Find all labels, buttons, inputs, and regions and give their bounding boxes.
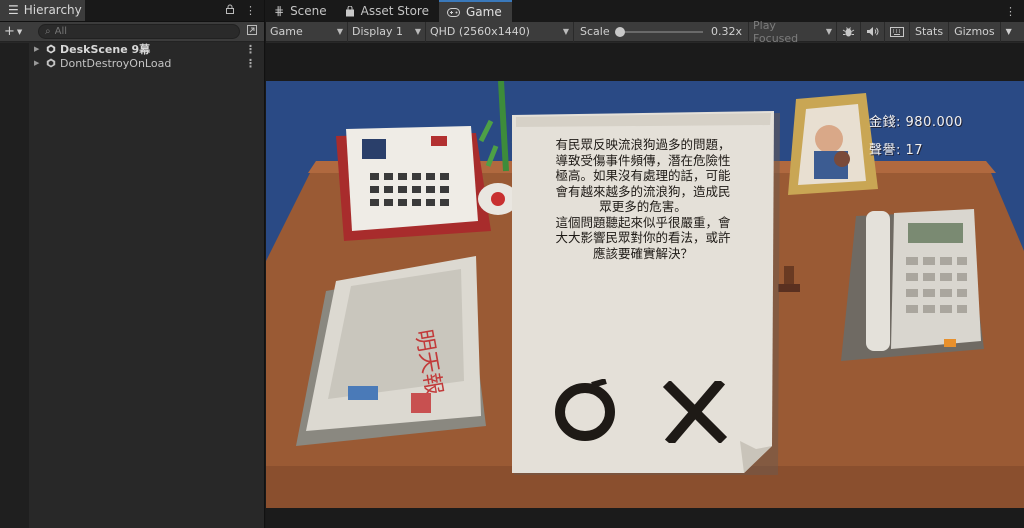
scale-control: Scale 0.32x xyxy=(574,21,749,42)
play-mode-dropdown[interactable]: Play Focused ▼ xyxy=(749,18,837,45)
unity-scene-icon xyxy=(46,58,56,68)
game-view-area: 明天報 金錢: 980.000 聲譽: 17 有民眾反映流浪狗過多的問題，導致受… xyxy=(266,43,1024,528)
item-menu-icon[interactable]: ⋮ xyxy=(245,43,256,56)
dropdown-arrow-icon: ▼ xyxy=(336,27,343,36)
hierarchy-item-label: DontDestroyOnLoad xyxy=(60,56,172,70)
desk-telephone xyxy=(841,209,984,361)
keyboard-icon xyxy=(890,26,904,37)
speaker-icon xyxy=(867,27,879,36)
chevron-down-icon: ▼ xyxy=(16,27,23,36)
gizmos-label: Gizmos xyxy=(954,25,995,38)
hierarchy-tabbar: ☰ Hierarchy ⋮ xyxy=(0,0,264,22)
plus-icon: + xyxy=(4,24,15,39)
scale-slider-thumb[interactable] xyxy=(615,26,626,37)
tab-scene-label: Scene xyxy=(290,4,327,18)
stats-label: Stats xyxy=(915,25,944,38)
hierarchy-item-dontdestroyonload[interactable]: ▶ DontDestroyOnLoad ⋮ xyxy=(0,56,264,70)
item-menu-icon[interactable]: ⋮ xyxy=(245,57,256,70)
display-dropdown[interactable]: Display 1 ▼ xyxy=(348,21,426,42)
list-icon: ☰ xyxy=(8,3,19,17)
tab-hierarchy-label: Hierarchy xyxy=(23,3,82,17)
panel-menu-icon[interactable]: ⋮ xyxy=(245,4,256,17)
dropdown-arrow-icon: ▼ xyxy=(1005,27,1012,36)
play-mode-label: Play Focused xyxy=(753,18,799,45)
letter-text: 有民眾反映流浪狗過多的問題，導致受傷事件頻傳，潛在危險性極高。如果沒有處理的話，… xyxy=(553,137,733,261)
reputation-display: 聲譽: 17 xyxy=(869,139,923,158)
reputation-value: 17 xyxy=(905,143,924,158)
tab-game[interactable]: Game xyxy=(439,0,512,22)
hierarchy-panel: ☰ Hierarchy ⋮ + ▼ ⌕ ▶ DeskScene 9幕 ⋮ xyxy=(0,0,265,528)
scale-slider[interactable] xyxy=(615,26,703,37)
hierarchy-toolbar: + ▼ ⌕ xyxy=(0,22,264,42)
game-panel: ⋕ Scene Asset Store Game ⋮ Game ▼ Displa… xyxy=(266,0,1024,528)
tab-scene[interactable]: ⋕ Scene xyxy=(266,0,337,22)
gamepad-icon xyxy=(447,7,460,17)
unity-scene-icon xyxy=(46,44,56,54)
scale-value: 0.32x xyxy=(710,25,742,38)
panel-menu-icon[interactable]: ⋮ xyxy=(997,0,1024,22)
hierarchy-tab-tools: ⋮ xyxy=(225,0,264,21)
stats-button[interactable]: Stats xyxy=(910,21,950,42)
scale-label: Scale xyxy=(580,25,610,38)
hierarchy-item-label: DeskScene 9幕 xyxy=(60,43,151,56)
tab-game-label: Game xyxy=(466,5,502,19)
desk-calendar xyxy=(336,126,491,241)
expand-arrow-icon[interactable]: ▶ xyxy=(34,59,42,67)
editor-tabbar: ⋕ Scene Asset Store Game ⋮ xyxy=(266,0,1024,22)
lock-icon[interactable] xyxy=(225,4,235,17)
hierarchy-gutter xyxy=(0,43,29,528)
tab-asset-store[interactable]: Asset Store xyxy=(336,0,439,22)
reputation-label: 聲譽: xyxy=(869,143,901,158)
scene-grid-icon: ⋕ xyxy=(274,4,285,18)
game-toolbar: Game ▼ Display 1 ▼ QHD (2560x1440) ▼ Sca… xyxy=(266,18,1024,45)
search-icon: ⌕ xyxy=(45,26,51,37)
letter-paragraph-2: 這個問題聽起來似乎很嚴重，會大大影響民眾對你的看法，或許應該要確實解決？ xyxy=(555,214,731,261)
display-label: Display 1 xyxy=(352,25,404,38)
create-button[interactable]: + ▼ xyxy=(4,24,34,39)
game-viewport[interactable]: 明天報 金錢: 980.000 聲譽: 17 有民眾反映流浪狗過多的問題，導致受… xyxy=(266,81,1024,508)
hierarchy-item-deskscene[interactable]: ▶ DeskScene 9幕 ⋮ xyxy=(0,42,264,57)
dropdown-arrow-icon: ▼ xyxy=(825,27,832,36)
dropdown-arrow-icon: ▼ xyxy=(562,27,569,36)
view-mode-label: Game xyxy=(270,25,303,38)
bug-report-button[interactable] xyxy=(837,21,861,42)
store-bag-icon xyxy=(345,5,354,16)
tab-asset-store-label: Asset Store xyxy=(360,4,429,18)
accept-button[interactable] xyxy=(552,378,620,443)
letter-paragraph-1: 有民眾反映流浪狗過多的問題，導致受傷事件頻傳，潛在危險性極高。如果沒有處理的話，… xyxy=(555,137,731,214)
gizmos-button[interactable]: Gizmos xyxy=(949,21,1001,42)
hierarchy-list: ▶ DeskScene 9幕 ⋮ ▶ DontDestroyOnLoad ⋮ xyxy=(0,42,264,70)
gizmos-dropdown[interactable]: ▼ xyxy=(1001,22,1017,42)
dropdown-arrow-icon: ▼ xyxy=(414,27,421,36)
bug-icon xyxy=(842,27,855,37)
expand-arrow-icon[interactable]: ▶ xyxy=(34,45,42,53)
shortcuts-button[interactable] xyxy=(885,21,910,42)
resolution-dropdown[interactable]: QHD (2560x1440) ▼ xyxy=(426,21,574,42)
scene-visibility-icon[interactable] xyxy=(244,24,260,39)
view-mode-dropdown[interactable]: Game ▼ xyxy=(266,21,348,42)
photo-frame xyxy=(788,93,878,195)
money-value: 980.000 xyxy=(905,115,963,130)
search-input[interactable] xyxy=(54,26,215,37)
mute-audio-button[interactable] xyxy=(861,21,885,42)
tab-hierarchy[interactable]: ☰ Hierarchy xyxy=(0,0,85,21)
circle-o-icon xyxy=(555,378,615,441)
cross-x-icon xyxy=(662,377,728,447)
reject-button[interactable] xyxy=(662,377,728,447)
hierarchy-search[interactable]: ⌕ xyxy=(38,24,240,39)
resolution-label: QHD (2560x1440) xyxy=(430,25,530,38)
money-label: 金錢: xyxy=(869,115,901,130)
money-display: 金錢: 980.000 xyxy=(869,111,963,130)
